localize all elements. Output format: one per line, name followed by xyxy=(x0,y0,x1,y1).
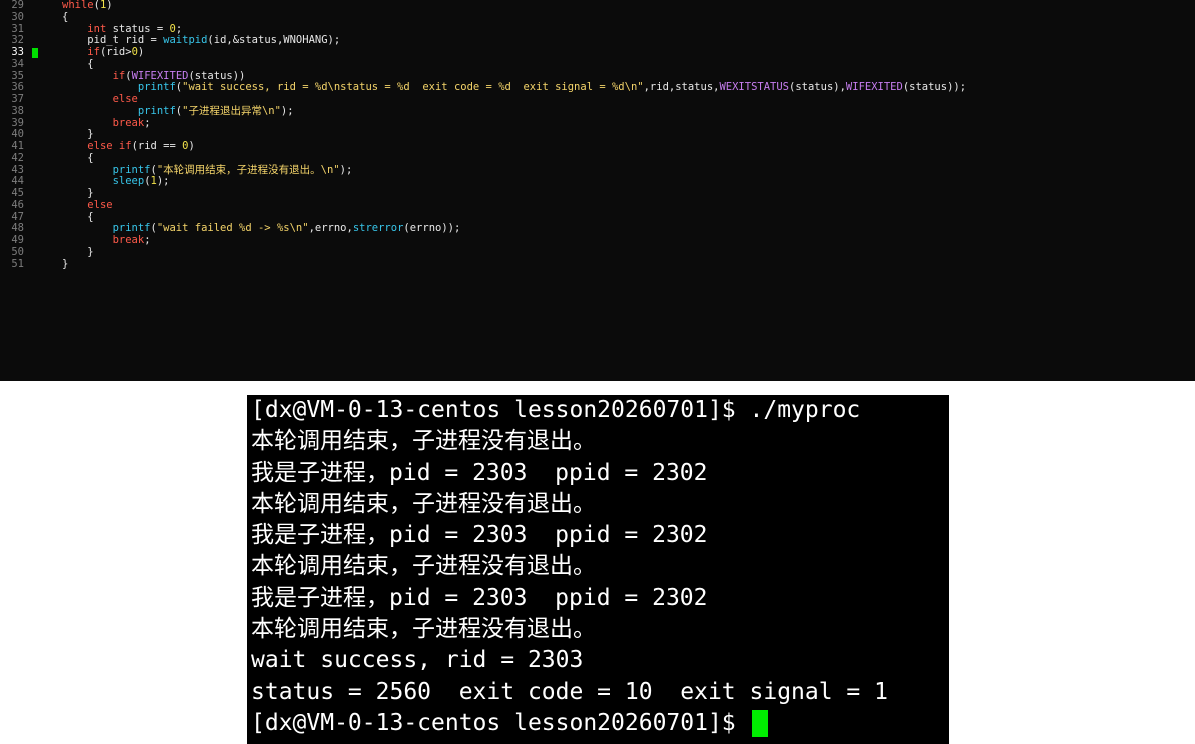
code-token: } xyxy=(62,257,69,270)
code-token: printf xyxy=(137,81,176,94)
terminal-output-line: status = 2560 exit code = 10 exit signal… xyxy=(251,678,888,705)
code-token: strerror xyxy=(352,222,404,235)
code-token: ) xyxy=(188,140,195,152)
terminal-output-line: 我是子进程，pid = 2303 ppid = 2302 xyxy=(251,522,708,549)
code-token: WIFEXITED xyxy=(131,69,189,82)
terminal-output-line: 本轮调用结束，子进程没有退出。 xyxy=(251,553,596,580)
code-token: "wait success, rid = %d\nstatus = %d exi… xyxy=(182,81,644,94)
code-token: status = xyxy=(106,22,170,35)
code-token: pid_t rid = xyxy=(87,34,164,47)
code-token: "本轮调用结束，子进程没有退出。\n" xyxy=(156,163,340,176)
code-token: "子进程退出异常\n" xyxy=(182,104,281,117)
code-line[interactable]: 50 } xyxy=(0,245,1195,259)
line-number: 34 xyxy=(11,57,24,70)
line-number: 41 xyxy=(11,140,24,152)
code-token: ,rid,status, xyxy=(643,81,720,94)
code-line[interactable]: 33 if(rid>0) xyxy=(0,46,1195,59)
code-token: WIFEXITED xyxy=(845,81,903,94)
code-token: } xyxy=(87,245,94,258)
code-token: (errno)); xyxy=(403,222,461,235)
code-editor[interactable]: 29 while(1) 30{31 int status = 0; 32 pid_t … xyxy=(0,0,1195,381)
line-number: 50 xyxy=(11,245,24,258)
code-text: printf("wait success, rid = %d\nstatus =… xyxy=(62,81,967,94)
code-token: ); xyxy=(339,163,353,176)
line-number: 46 xyxy=(11,198,24,211)
line-number: 33 xyxy=(11,46,24,58)
code-token: { xyxy=(62,10,69,23)
line-number: 49 xyxy=(11,234,24,246)
terminal-window[interactable]: [dx@VM-0-13-centos lesson20260701]$ ./my… xyxy=(247,395,949,744)
code-token: if xyxy=(87,46,100,58)
terminal-output-line: 本轮调用结束，子进程没有退出。 xyxy=(251,616,596,643)
code-token: (status)); xyxy=(902,81,967,94)
code-token: sleep xyxy=(112,175,145,188)
code-line[interactable]: 45 } xyxy=(0,187,1195,200)
line-number: 29 xyxy=(11,0,24,11)
code-text: } xyxy=(62,257,69,271)
code-token: { xyxy=(87,57,94,70)
code-line[interactable]: 41 else if(rid == 0) xyxy=(0,140,1195,153)
line-number: 38 xyxy=(11,104,24,117)
code-token: (status)) xyxy=(188,69,246,82)
code-token: printf xyxy=(137,104,176,117)
code-line[interactable]: 32 pid_t rid = waitpid(id,&status,WNOHAN… xyxy=(0,34,1195,47)
line-number: 51 xyxy=(11,257,24,270)
code-token: (rid == xyxy=(131,140,183,152)
code-line[interactable]: 43 printf("本轮调用结束，子进程没有退出。\n"); xyxy=(0,163,1195,177)
code-token: if xyxy=(112,69,126,82)
code-token: ); xyxy=(280,104,294,117)
terminal-prompt-line[interactable]: [dx@VM-0-13-centos lesson20260701]$ xyxy=(247,708,949,739)
terminal-output-line: 我是子进程，pid = 2303 ppid = 2302 xyxy=(251,584,708,611)
code-token: } xyxy=(87,187,94,199)
code-token: printf xyxy=(112,163,151,176)
code-token: } xyxy=(87,128,94,141)
code-line[interactable]: 49 break; xyxy=(0,234,1195,247)
current-line-marker xyxy=(32,48,38,58)
terminal-output-line: wait success, rid = 2303 xyxy=(251,647,584,674)
code-line[interactable]: 38 printf("子进程退出异常\n"); xyxy=(0,104,1195,118)
line-number: 37 xyxy=(11,93,24,105)
code-token: (id,&status,WNOHANG); xyxy=(207,34,341,47)
code-line[interactable]: 44 sleep(1); xyxy=(0,175,1195,188)
code-line[interactable]: 39 break; xyxy=(0,116,1195,130)
code-token: ; xyxy=(144,234,151,246)
code-token: int xyxy=(87,22,107,35)
code-token: printf xyxy=(112,222,151,235)
code-line[interactable]: 36 printf("wait success, rid = %d\nstatu… xyxy=(0,81,1195,94)
line-number: 30 xyxy=(11,10,24,23)
code-token: ); xyxy=(156,175,170,188)
code-text: while(1) xyxy=(62,0,113,12)
terminal-output-line: 本轮调用结束，子进程没有退出。 xyxy=(251,490,596,517)
code-token: { xyxy=(87,151,94,164)
terminal-prompt: [dx@VM-0-13-centos lesson20260701]$ xyxy=(251,709,750,736)
code-token: ; xyxy=(144,116,151,129)
line-number: 45 xyxy=(11,187,24,199)
code-line[interactable]: 46 else xyxy=(0,198,1195,212)
code-token: WEXITSTATUS xyxy=(719,81,790,94)
code-token: while xyxy=(62,0,94,11)
code-token: break xyxy=(112,116,145,129)
line-number: 42 xyxy=(11,151,24,164)
code-token: "wait failed %d -> %s\n" xyxy=(156,222,309,235)
code-token: (status), xyxy=(789,81,846,94)
code-token: ; xyxy=(175,22,183,35)
code-token: (rid> xyxy=(99,46,132,58)
code-line[interactable]: 51} xyxy=(0,257,1195,271)
code-token: { xyxy=(87,210,94,223)
terminal-output-line: 我是子进程，pid = 2303 ppid = 2302 xyxy=(251,459,708,486)
code-token: else if xyxy=(87,140,132,152)
code-token: ) xyxy=(106,0,113,11)
code-token: else xyxy=(87,198,113,211)
code-token: else xyxy=(112,93,138,105)
code-token: ,errno, xyxy=(308,222,353,235)
code-line[interactable]: 48 printf("wait failed %d -> %s\n",errno… xyxy=(0,222,1195,235)
code-line[interactable]: 29 while(1) xyxy=(0,0,1195,12)
code-token: waitpid xyxy=(163,34,208,47)
terminal-output-line: 本轮调用结束，子进程没有退出。 xyxy=(251,428,596,455)
terminal-output-line: [dx@VM-0-13-centos lesson20260701]$ ./my… xyxy=(251,397,861,423)
code-token: ) xyxy=(137,46,145,58)
code-token: break xyxy=(112,234,145,246)
terminal-cursor xyxy=(751,709,768,737)
